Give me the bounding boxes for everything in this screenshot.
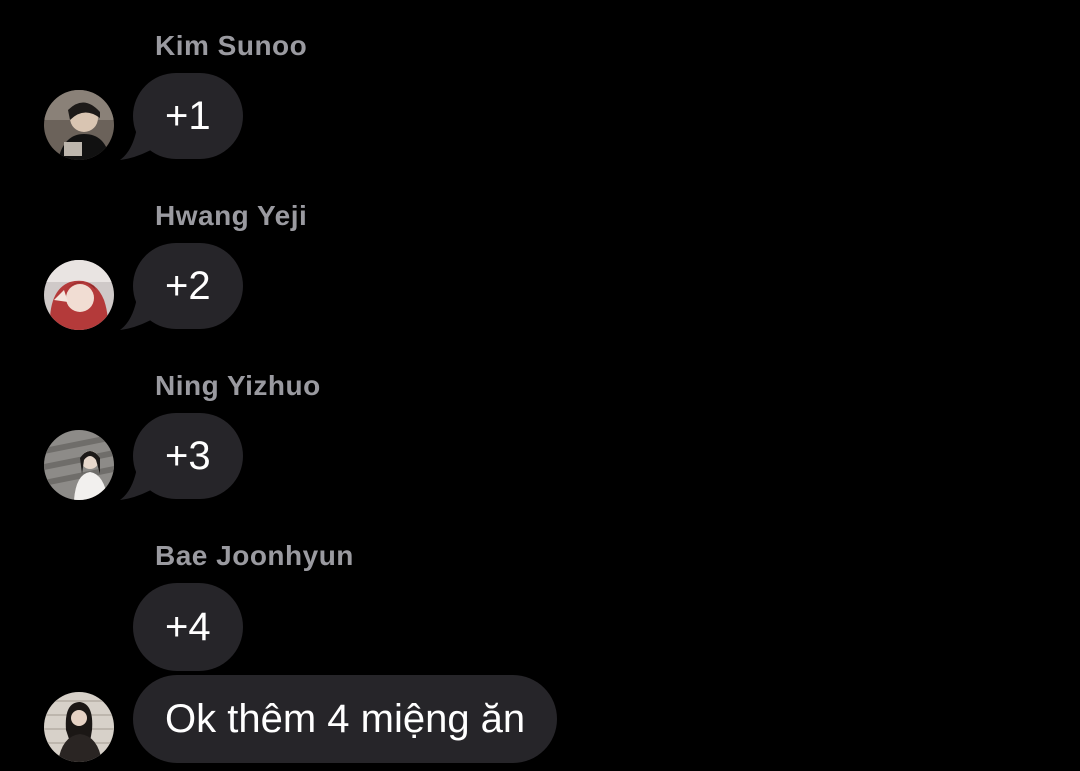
avatar[interactable] <box>44 90 114 160</box>
message-bubble[interactable]: +4 <box>133 583 243 671</box>
sender-name: Kim Sunoo <box>155 30 308 61</box>
chat-thread: Kim Sunoo +1 Hwang Yeji +2 Ning Yizhuo +… <box>0 0 1080 771</box>
message-bubble[interactable]: +2 <box>133 243 243 329</box>
sender-name: Bae Joonhyun <box>155 540 354 571</box>
message-bubble[interactable]: +3 <box>133 413 243 499</box>
message-bubble[interactable]: Ok thêm 4 miệng ăn <box>133 675 558 763</box>
sender-name: Hwang Yeji <box>155 200 308 231</box>
message-bubble[interactable]: +1 <box>133 73 243 159</box>
avatar[interactable] <box>44 692 114 762</box>
avatar[interactable] <box>44 430 114 500</box>
sender-name: Ning Yizhuo <box>155 370 321 401</box>
avatar[interactable] <box>44 260 114 330</box>
